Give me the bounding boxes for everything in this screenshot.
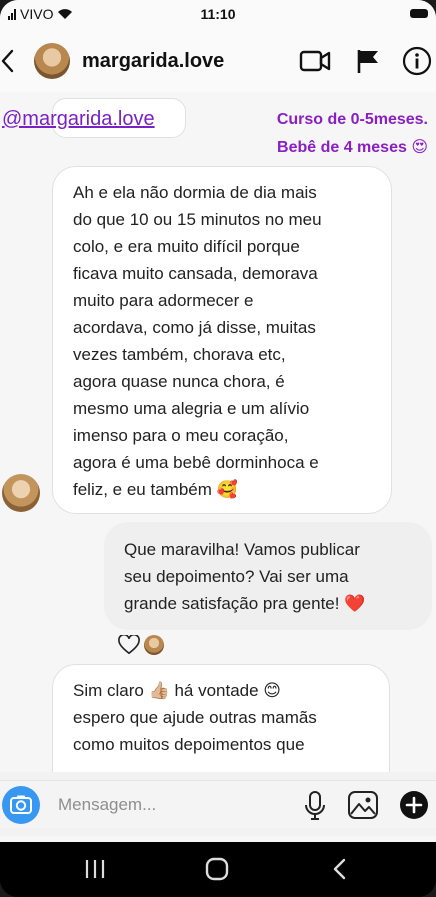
avatar[interactable] xyxy=(34,43,70,79)
sender-avatar[interactable] xyxy=(2,474,40,512)
message-text: espero que ajude outras mamãs xyxy=(73,708,317,727)
phone-frame: VIVO 11:10 margarida.love @margarida.lov… xyxy=(0,0,436,897)
incoming-message-bubble[interactable]: Ah e ela não dormia de dia mais do que 1… xyxy=(52,166,392,514)
message-composer: Mensagem... xyxy=(0,772,436,836)
screen: VIVO 11:10 margarida.love @margarida.lov… xyxy=(0,0,436,842)
back-nav-icon[interactable] xyxy=(330,856,350,882)
status-bar: VIVO 11:10 xyxy=(0,0,436,30)
message-input[interactable]: Mensagem... xyxy=(58,795,156,815)
message-text: colo, e era muito difícil porque xyxy=(73,237,300,256)
story-mention-link[interactable]: @margarida.love xyxy=(2,108,155,131)
gallery-icon[interactable] xyxy=(347,790,379,820)
story-caption-line: Curso de 0-5meses. xyxy=(276,111,428,128)
heart-outline-icon[interactable] xyxy=(118,635,140,655)
message-text: feliz, e eu também 🥰 xyxy=(73,480,238,499)
home-icon[interactable] xyxy=(204,856,230,882)
message-text: grande satisfação pra gente! ❤️ xyxy=(124,594,366,613)
camera-button[interactable] xyxy=(2,786,40,824)
message-text: ficava muito cansada, demorava xyxy=(73,264,318,283)
message-text: seu depoimento? Vai ser uma xyxy=(124,567,349,586)
message-text: vezes também, chorava etc, xyxy=(73,345,286,364)
chat-username[interactable]: margarida.love xyxy=(82,50,224,73)
message-text: agora quase nunca chora, é xyxy=(73,372,285,391)
outgoing-message-bubble[interactable]: Que maravilha! Vamos publicar seu depoim… xyxy=(104,522,432,630)
microphone-icon[interactable] xyxy=(304,791,326,821)
recent-apps-icon[interactable] xyxy=(84,856,106,882)
back-chevron-icon[interactable] xyxy=(0,48,20,74)
status-time: 11:10 xyxy=(200,6,236,22)
message-text: muito para adormecer e xyxy=(73,291,254,310)
message-text: como muitos depoimentos que xyxy=(73,735,305,754)
add-icon[interactable] xyxy=(398,789,430,821)
message-text: do que 10 ou 15 minutos no meu xyxy=(73,210,322,229)
story-caption: Curso de 0-5meses. Bebê de 4 meses 😍 xyxy=(206,106,428,162)
message-text: acordava, como já disse, muitas xyxy=(73,318,316,337)
message-text: imenso para o meu coração, xyxy=(73,426,289,445)
info-icon[interactable] xyxy=(402,46,432,76)
android-navigation-bar xyxy=(0,842,436,897)
story-caption-line: Bebê de 4 meses 😍 xyxy=(277,139,428,156)
camera-icon xyxy=(10,795,32,814)
message-text: Ah e ela não dormia de dia mais xyxy=(73,183,317,202)
message-text: agora é uma bebê dorminhoca e xyxy=(73,453,319,472)
chat-header: margarida.love xyxy=(0,30,436,92)
message-text: mesmo uma alegria e um alívio xyxy=(73,399,310,418)
battery-icon xyxy=(410,9,428,18)
message-text: Que maravilha! Vamos publicar xyxy=(124,540,360,559)
reaction-avatar xyxy=(144,635,164,655)
flag-icon[interactable] xyxy=(356,48,380,74)
message-thread[interactable]: @margarida.love Curso de 0-5meses. Bebê … xyxy=(0,92,436,772)
incoming-message-bubble[interactable]: Sim claro 👍🏼 há vontade 😊 espero que aju… xyxy=(52,664,390,772)
message-text: Sim claro 👍🏼 há vontade 😊 xyxy=(73,681,282,700)
video-camera-icon[interactable] xyxy=(299,48,331,74)
composer-bar: Mensagem... xyxy=(0,780,436,828)
